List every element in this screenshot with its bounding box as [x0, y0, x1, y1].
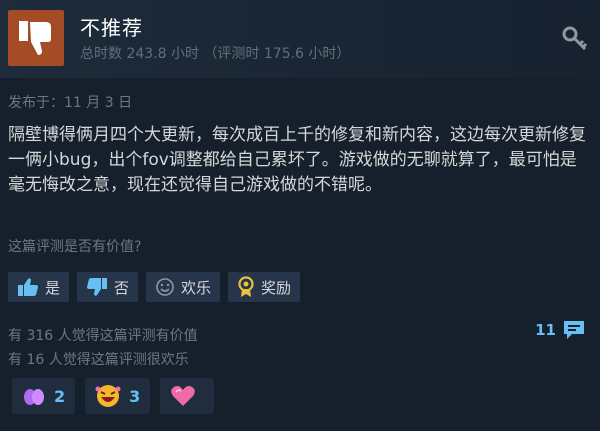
vote-yes-button[interactable]: 是	[8, 272, 70, 302]
vote-yes-label: 是	[45, 278, 61, 297]
award-count: 2	[54, 386, 66, 406]
laughing-face-icon	[95, 385, 121, 407]
award-item[interactable]: 2	[12, 378, 76, 414]
award-count: 3	[129, 386, 141, 406]
award-label: 奖励	[261, 278, 292, 297]
award-medal-icon	[238, 276, 254, 297]
vote-no-label: 否	[114, 278, 130, 297]
award-button[interactable]: 奖励	[228, 272, 301, 302]
comment-bubble-icon	[564, 321, 584, 339]
purple-hands-icon	[24, 389, 44, 405]
review-body: 隔壁博得俩月四个大更新，每次成百上千的修复和新内容，这边每次更新修复一俩小bug…	[8, 125, 586, 195]
thumbs-up-icon	[18, 278, 38, 296]
helpful-question: 这篇评测是否有价值?	[8, 239, 142, 255]
awards-row: 2 3	[12, 378, 215, 414]
key-icon[interactable]	[562, 26, 588, 52]
not-recommended-badge	[8, 10, 64, 66]
vote-no-button[interactable]: 否	[77, 272, 139, 302]
award-item[interactable]	[160, 378, 215, 414]
pink-heart-icon	[171, 386, 196, 406]
thumbs-down-icon	[19, 21, 51, 55]
review-card: 不推荐 总时数 243.8 小时 （评测时 175.6 小时） 发布于：11 月…	[0, 0, 600, 431]
award-item[interactable]: 3	[85, 378, 151, 414]
vote-funny-button[interactable]: 欢乐	[146, 272, 221, 302]
review-header: 不推荐 总时数 243.8 小时 （评测时 175.6 小时）	[0, 0, 600, 78]
review-verdict: 不推荐	[80, 16, 143, 40]
comments-link[interactable]: 11	[535, 319, 586, 341]
comment-count: 11	[535, 321, 556, 339]
funny-count: 有 16 人觉得这篇评测很欢乐	[8, 352, 189, 368]
helpful-count: 有 316 人觉得这篇评测有价值	[8, 328, 198, 344]
smiley-icon	[156, 278, 174, 296]
playtime-hours: 总时数 243.8 小时 （评测时 175.6 小时）	[80, 46, 351, 62]
vote-funny-label: 欢乐	[181, 278, 212, 297]
vote-buttons: 是 否 欢乐 奖励	[8, 272, 301, 302]
posted-date: 发布于：11 月 3 日	[8, 95, 133, 111]
thumbs-down-small-icon	[87, 278, 108, 296]
